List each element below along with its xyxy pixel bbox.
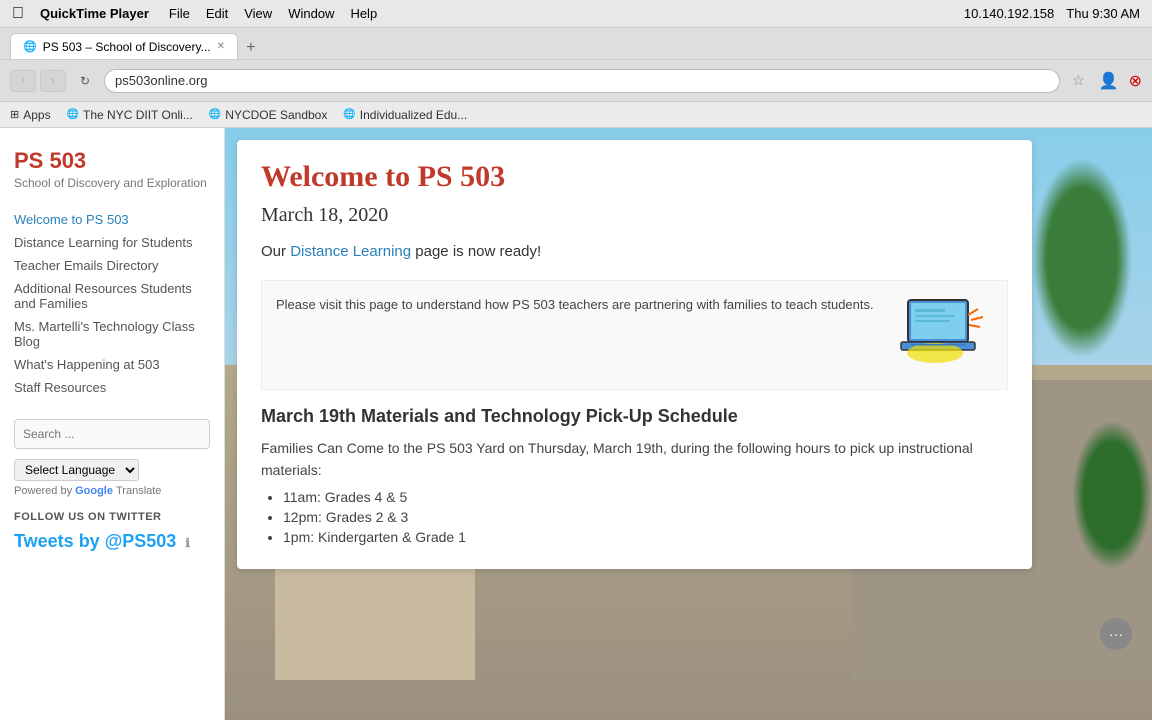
welcome-title: Welcome to PS 503: [261, 160, 1008, 194]
google-translate-attribution: Powered by Google Translate: [14, 485, 210, 497]
browser-toolbar: ‹ › ↻ ps503online.org ☆ 👤 ⊗: [0, 60, 1152, 102]
tab-close-icon[interactable]: ✕: [217, 41, 225, 52]
post-date: March 18, 2020: [261, 204, 1008, 227]
vegetation-right2: [1072, 420, 1152, 570]
apple-icon[interactable]: : [12, 5, 24, 23]
url-text: ps503online.org: [115, 73, 208, 88]
pickup-time-3: 1pm: Kindergarten & Grade 1: [283, 529, 1008, 545]
sidebar-item-additional-resources[interactable]: Additional Resources Students and Famili…: [14, 277, 210, 315]
back-button[interactable]: ‹: [10, 70, 36, 92]
bookmark-star-icon[interactable]: ☆: [1072, 72, 1085, 89]
language-select-container: Select Language: [14, 459, 210, 481]
tab-favicon: 🌐: [23, 40, 37, 53]
distance-learning-link[interactable]: Distance Learning: [290, 243, 411, 260]
laptop-svg: [893, 295, 993, 375]
menu-window[interactable]: Window: [288, 6, 334, 21]
intro-suffix: page is now ready!: [411, 243, 541, 260]
active-tab[interactable]: 🌐 PS 503 – School of Discovery... ✕: [10, 33, 238, 59]
tab-bar: 🌐 PS 503 – School of Discovery... ✕ +: [0, 28, 1152, 60]
pickup-time-2: 12pm: Grades 2 & 3: [283, 509, 1008, 525]
new-tab-button[interactable]: +: [240, 37, 262, 59]
content-card: Welcome to PS 503 March 18, 2020 Our Dis…: [237, 140, 1032, 569]
content-area: Welcome to PS 503 March 18, 2020 Our Dis…: [225, 128, 1152, 720]
sidebar-item-tech-blog[interactable]: Ms. Martelli's Technology Class Blog: [14, 315, 210, 353]
bookmark-apps[interactable]: ⊞ Apps: [10, 108, 51, 122]
pickup-time-1: 11am: Grades 4 & 5: [283, 489, 1008, 505]
user-icon[interactable]: 👤: [1099, 71, 1119, 91]
sidebar-nav: Welcome to PS 503 Distance Learning for …: [14, 208, 210, 399]
site-subtitle: School of Discovery and Exploration: [14, 176, 210, 190]
ip-address: 10.140.192.158: [964, 6, 1054, 21]
bookmark-nyc-diit[interactable]: 🌐 The NYC DIIT Onli...: [67, 108, 193, 122]
google-logo: Google: [75, 485, 113, 497]
system-status-bar: 10.140.192.158 Thu 9:30 AM: [964, 6, 1140, 21]
nav-buttons: ‹ ›: [10, 70, 66, 92]
tab-title: PS 503 – School of Discovery...: [43, 40, 211, 54]
bookmarks-bar: ⊞ Apps 🌐 The NYC DIIT Onli... 🌐 NYCDOE S…: [0, 102, 1152, 128]
sidebar-item-whats-happening[interactable]: What's Happening at 503: [14, 353, 210, 376]
section-body: Families Can Come to the PS 503 Yard on …: [261, 437, 1008, 482]
sidebar: PS 503 School of Discovery and Explorati…: [0, 128, 225, 720]
translate-label: Translate: [116, 485, 161, 497]
vegetation-right: [1032, 158, 1132, 358]
app-name: QuickTime Player: [40, 6, 149, 21]
bookmark-apps-label: Apps: [23, 108, 50, 122]
language-dropdown[interactable]: Select Language: [14, 459, 139, 481]
follow-twitter-label: FOLLOW US ON TWITTER: [14, 511, 210, 523]
menu-help[interactable]: Help: [350, 6, 377, 21]
menu-edit[interactable]: Edit: [206, 6, 228, 21]
info-box-text: Please visit this page to understand how…: [276, 295, 877, 316]
info-icon[interactable]: ℹ: [185, 536, 190, 550]
menu-view[interactable]: View: [244, 6, 272, 21]
tweets-by-label: Tweets by @PS503 ℹ: [14, 531, 210, 552]
menu-file[interactable]: File: [169, 6, 190, 21]
info-box: Please visit this page to understand how…: [261, 280, 1008, 390]
main-layout: PS 503 School of Discovery and Explorati…: [0, 128, 1152, 720]
sidebar-item-welcome[interactable]: Welcome to PS 503: [14, 208, 210, 231]
sidebar-item-staff-resources[interactable]: Staff Resources: [14, 376, 210, 399]
chat-bubble-button[interactable]: ···: [1100, 618, 1132, 650]
intro-text: Our Distance Learning page is now ready!: [261, 241, 1008, 264]
forward-button[interactable]: ›: [40, 70, 66, 92]
clock: Thu 9:30 AM: [1066, 6, 1140, 21]
bookmark-nycdoe-label: NYCDOE Sandbox: [225, 108, 327, 122]
search-input[interactable]: [14, 419, 210, 449]
menu-bar: File Edit View Window Help: [169, 6, 377, 21]
powered-by-label: Powered by: [14, 485, 72, 497]
tweets-by-text: Tweets by @PS503: [14, 531, 176, 551]
bookmark-individualized[interactable]: 🌐 Individualized Edu...: [343, 108, 467, 122]
sidebar-item-teacher-emails[interactable]: Teacher Emails Directory: [14, 254, 210, 277]
bookmark-individualized-label: Individualized Edu...: [360, 108, 467, 122]
sidebar-item-distance-learning[interactable]: Distance Learning for Students: [14, 231, 210, 254]
bookmark-nyc-diit-label: The NYC DIIT Onli...: [83, 108, 193, 122]
mac-system-bar:  QuickTime Player File Edit View Window…: [0, 0, 1152, 28]
laptop-illustration: [893, 295, 993, 375]
pickup-times-list: 11am: Grades 4 & 5 12pm: Grades 2 & 3 1p…: [261, 489, 1008, 545]
refresh-button[interactable]: ↻: [74, 70, 96, 92]
intro-prefix: Our: [261, 243, 290, 260]
site-title: PS 503: [14, 148, 210, 174]
close-icon[interactable]: ⊗: [1129, 71, 1142, 91]
bookmark-nycdoe[interactable]: 🌐 NYCDOE Sandbox: [209, 108, 328, 122]
section-title: March 19th Materials and Technology Pick…: [261, 406, 1008, 427]
address-bar[interactable]: ps503online.org: [104, 69, 1060, 93]
